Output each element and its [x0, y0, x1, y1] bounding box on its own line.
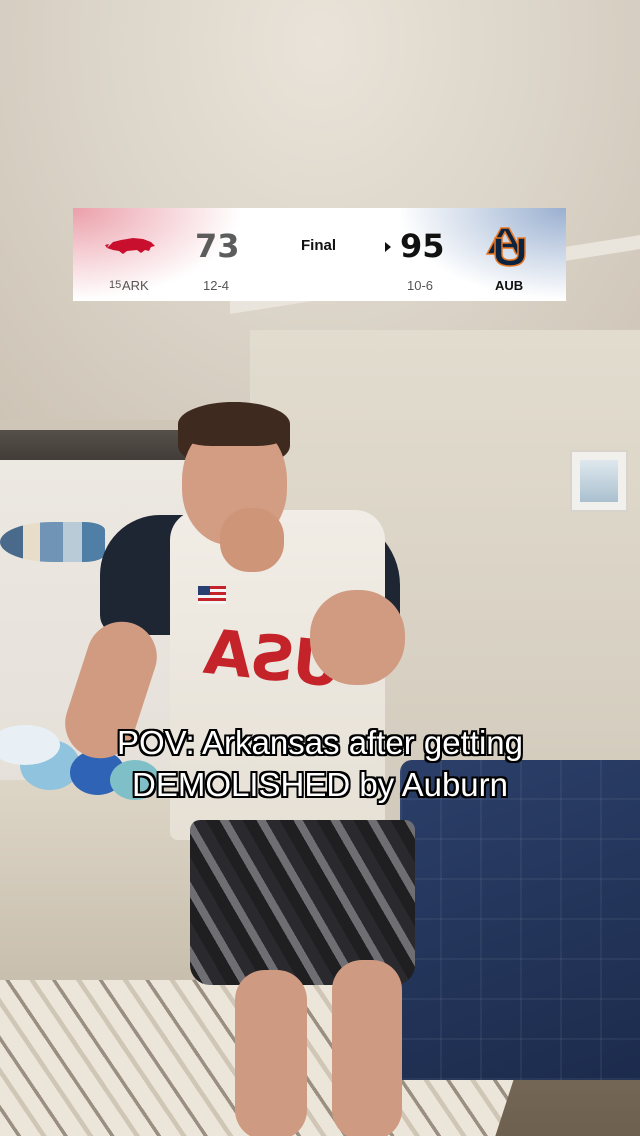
- auburn-logo-icon: [485, 227, 526, 267]
- right-leg: [332, 960, 402, 1136]
- home-team-abbr: ARK: [122, 278, 149, 293]
- away-score: 95: [400, 227, 445, 265]
- scoreboard-overlay: 73 Final 95 15 ARK 12-4 10-6 AUB: [73, 208, 566, 301]
- game-status: Final: [301, 237, 337, 254]
- home-score: 73: [195, 227, 240, 265]
- patterned-shorts: [190, 820, 415, 985]
- left-leg: [235, 970, 307, 1136]
- caption-line-2: DEMOLISHED by Auburn: [132, 766, 508, 803]
- home-record: 12-4: [203, 278, 230, 293]
- away-team-abbr: AUB: [495, 278, 524, 293]
- winner-arrow-icon: [385, 242, 391, 252]
- video-caption: POV: Arkansas after getting DEMOLISHED b…: [0, 722, 640, 806]
- us-flag-patch-icon: [198, 586, 226, 604]
- away-record: 10-6: [407, 278, 434, 293]
- right-arm: [310, 590, 405, 685]
- hand-on-chin: [220, 508, 284, 572]
- wall-picture-frame: [570, 450, 628, 512]
- razorback-logo-icon: [105, 238, 155, 254]
- video-frame: USA: [0, 0, 640, 1136]
- bed: [400, 760, 640, 1080]
- caption-line-1: POV: Arkansas after getting: [117, 724, 523, 761]
- home-rank: 15: [109, 279, 122, 291]
